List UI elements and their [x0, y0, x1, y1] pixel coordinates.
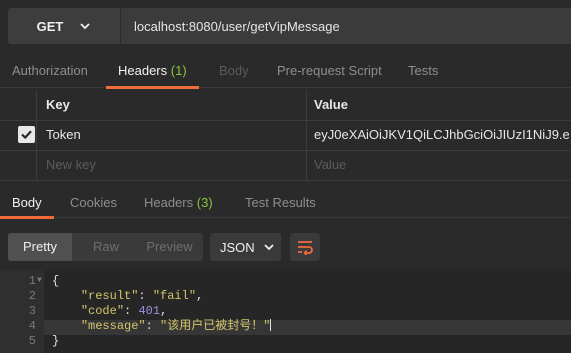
- headers-count-badge: (1): [170, 63, 187, 78]
- line-number: 4: [28, 319, 36, 333]
- column-header-value: Value: [314, 97, 348, 112]
- code-line: "result": "fail",: [80, 289, 204, 303]
- header-value-field[interactable]: eyJ0eXAiOiJKV1QiLCJhbGciOiJIUzI1NiJ9.eyJ…: [314, 120, 569, 150]
- line-gutter: 1 2 3 4 5 ▼: [0, 271, 44, 353]
- active-tab-indicator: [0, 216, 54, 219]
- format-select[interactable]: JSON: [210, 233, 281, 261]
- method-select[interactable]: GET: [8, 8, 120, 44]
- tab-test-results[interactable]: Test Results: [245, 188, 316, 218]
- table-row: Token eyJ0eXAiOiJKV1QiLCJhbGciOiJIUzI1Ni…: [0, 120, 571, 151]
- tab-label: Headers: [144, 195, 194, 210]
- format-label: JSON: [220, 239, 255, 255]
- headers-table: Key Value Token eyJ0eXAiOiJKV1QiLCJhbGci…: [0, 90, 571, 182]
- json-value: "fail": [152, 289, 197, 303]
- new-key-input[interactable]: New key: [46, 150, 96, 180]
- text-cursor: [270, 319, 272, 331]
- url-input[interactable]: localhost:8080/user/getVipMessage: [121, 8, 571, 44]
- code-line: {: [52, 274, 59, 288]
- code-line: "message": "该用户已被封号！": [80, 319, 272, 333]
- json-key: "code": [80, 304, 125, 318]
- method-label: GET: [36, 18, 64, 34]
- line-number: 3: [28, 304, 36, 318]
- row-enabled-checkbox[interactable]: [18, 126, 35, 143]
- tab-label: Pre-request Script: [277, 63, 382, 78]
- table-row-new: New key Value: [0, 150, 571, 181]
- json-key: "result": [80, 289, 139, 303]
- code-line: }: [52, 334, 59, 348]
- headers-count-badge: (3): [196, 195, 213, 210]
- tab-label: Authorization: [12, 63, 88, 78]
- response-tabs: Body Cookies Headers (3) Test Results: [0, 188, 571, 219]
- column-header-key: Key: [46, 97, 70, 112]
- wrap-lines-icon: [298, 241, 313, 255]
- json-value: "该用户已被封号！": [160, 319, 271, 333]
- new-value-input[interactable]: Value: [314, 150, 346, 180]
- active-tab-indicator: [106, 86, 199, 89]
- json-separator: ,: [196, 289, 204, 303]
- json-separator: ,: [160, 304, 168, 318]
- tab-cookies[interactable]: Cookies: [70, 188, 117, 218]
- tab-label: Headers: [118, 63, 168, 78]
- tab-authorization[interactable]: Authorization: [12, 56, 88, 88]
- raw-button[interactable]: Raw: [72, 233, 140, 261]
- tab-tests[interactable]: Tests: [408, 56, 438, 88]
- json-brace: {: [52, 274, 60, 288]
- tab-label: Test Results: [245, 195, 316, 210]
- table-header-row: Key Value: [0, 90, 571, 121]
- response-body-editor[interactable]: 1 2 3 4 5 ▼ { "result": "fail", "code": …: [0, 271, 571, 353]
- tab-response-body[interactable]: Body: [0, 188, 54, 219]
- line-number: 5: [28, 334, 36, 348]
- chevron-down-icon: [80, 23, 90, 30]
- line-number: 1: [28, 274, 36, 288]
- line-number: 2: [28, 289, 36, 303]
- tab-label: Body: [219, 63, 249, 78]
- preview-button[interactable]: Preview: [136, 233, 203, 261]
- tab-response-headers[interactable]: Headers (3): [144, 188, 213, 218]
- tab-body[interactable]: Body: [219, 56, 249, 88]
- header-key-field[interactable]: Token: [46, 120, 81, 150]
- json-brace: }: [52, 334, 60, 348]
- json-value: 401: [138, 304, 161, 318]
- url-text: localhost:8080/user/getVipMessage: [134, 18, 340, 34]
- fold-arrow-icon[interactable]: ▼: [37, 274, 45, 288]
- request-tabs: Authorization Headers (1) Body Pre-reque…: [0, 56, 571, 89]
- code-line: "code": 401,: [80, 304, 168, 318]
- tab-headers[interactable]: Headers (1): [106, 56, 199, 89]
- view-mode-toggle: Pretty Raw Preview: [8, 233, 203, 261]
- wrap-lines-button[interactable]: [290, 233, 320, 261]
- tab-label: Body: [12, 195, 42, 210]
- json-key: "message": [80, 319, 146, 333]
- pretty-button[interactable]: Pretty: [8, 233, 72, 261]
- tab-label: Tests: [408, 63, 439, 78]
- tab-prerequest-script[interactable]: Pre-request Script: [277, 56, 382, 88]
- tab-label: Cookies: [70, 195, 117, 210]
- checkmark-icon: [21, 130, 32, 140]
- chevron-down-icon: [264, 244, 274, 251]
